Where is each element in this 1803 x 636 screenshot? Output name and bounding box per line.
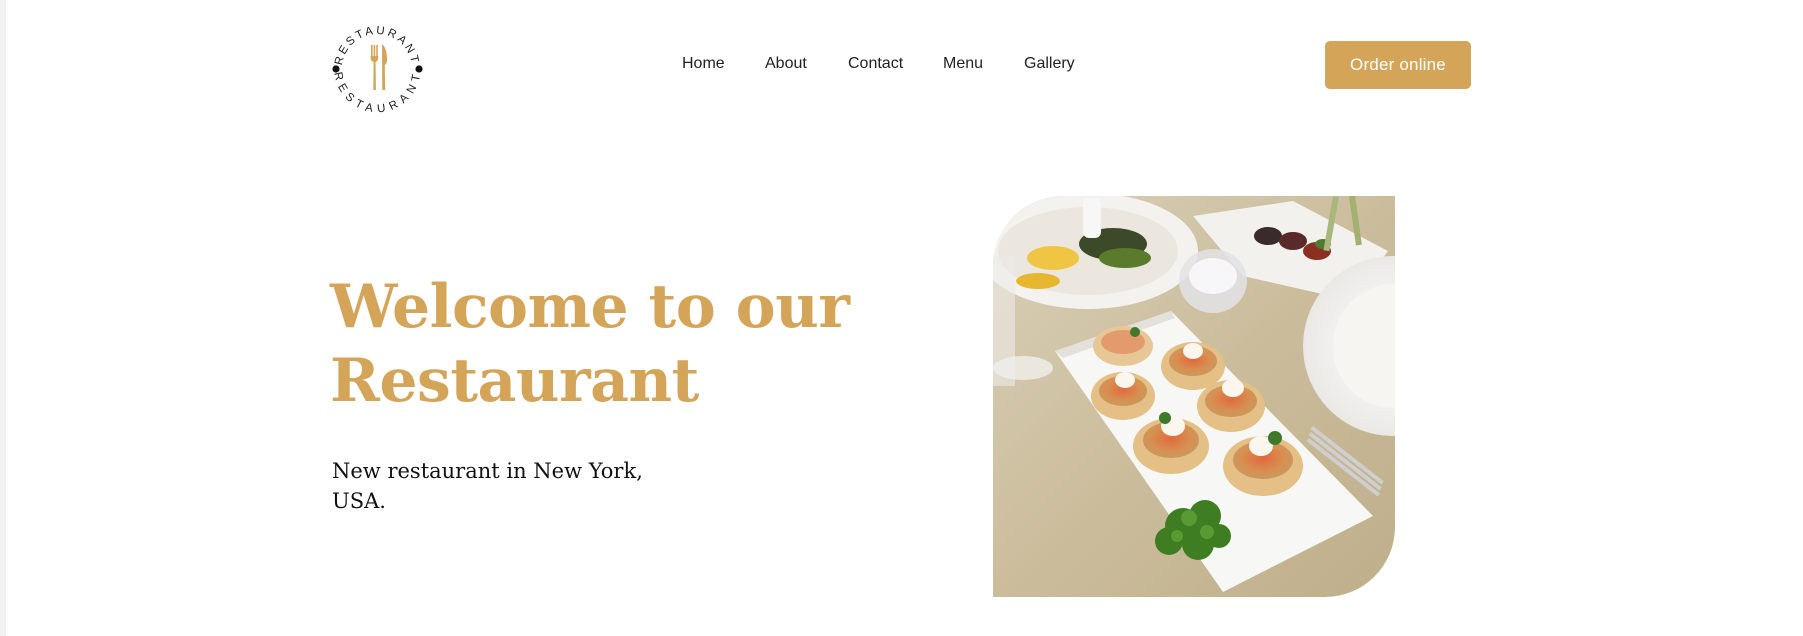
logo-badge: RESTAURANT RESTAURANT: [331, 25, 423, 116]
nav-menu[interactable]: Menu: [943, 55, 983, 73]
nav-about[interactable]: About: [765, 55, 807, 73]
hero-title: Welcome to our Restaurant: [330, 270, 890, 418]
nav-contact[interactable]: Contact: [848, 55, 903, 73]
logo-dot-right: [415, 65, 423, 73]
hero-title-line1: Welcome to our: [330, 272, 850, 342]
hero-title-line2: Restaurant: [330, 346, 699, 416]
restaurant-logo[interactable]: RESTAURANT RESTAURANT: [325, 13, 430, 118]
logo-text-bottom: RESTAURANT: [331, 71, 421, 116]
hero-subtitle-line2: USA.: [332, 489, 386, 513]
left-edge-strip: [0, 0, 6, 636]
fork-knife-icon: [370, 44, 387, 90]
order-online-button[interactable]: Order online: [1325, 41, 1471, 89]
hero-food-image: [993, 196, 1395, 597]
nav-gallery[interactable]: Gallery: [1024, 55, 1075, 73]
nav-home[interactable]: Home: [682, 55, 725, 73]
svg-text:RESTAURANT: RESTAURANT: [331, 71, 423, 116]
hero-subtitle: New restaurant in New York, USA.: [332, 456, 652, 516]
page: RESTAURANT RESTAURANT Home About Contact…: [0, 0, 1803, 636]
logo-dot-left: [332, 65, 340, 73]
hero-subtitle-line1: New restaurant in New York,: [332, 459, 643, 483]
